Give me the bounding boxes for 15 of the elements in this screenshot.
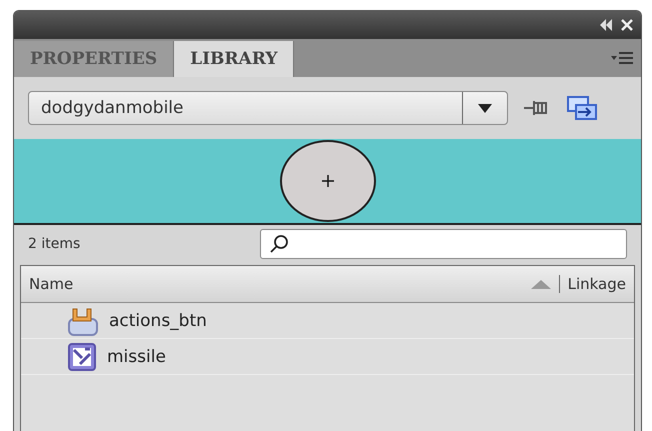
panel-menu-icon[interactable] — [611, 51, 633, 65]
search-icon — [269, 234, 289, 254]
close-icon[interactable] — [621, 19, 633, 31]
column-header[interactable]: Linkage — [558, 275, 634, 293]
movie-clip-icon — [67, 342, 97, 372]
library-item-name[interactable]: actions_btn — [109, 310, 207, 330]
column-header[interactable]: Name — [21, 275, 531, 293]
search-field[interactable] — [260, 229, 627, 259]
dropdown-arrow-icon — [478, 104, 492, 112]
panel-tab[interactable]: LIBRARY — [174, 41, 294, 77]
collapse-icon[interactable] — [599, 19, 613, 31]
library-dropdown[interactable]: dodgydanmobile — [28, 91, 508, 125]
item-count: 2 items — [28, 236, 82, 252]
new-library-panel-icon[interactable] — [566, 95, 598, 121]
library-item-name[interactable]: missile — [107, 346, 166, 366]
